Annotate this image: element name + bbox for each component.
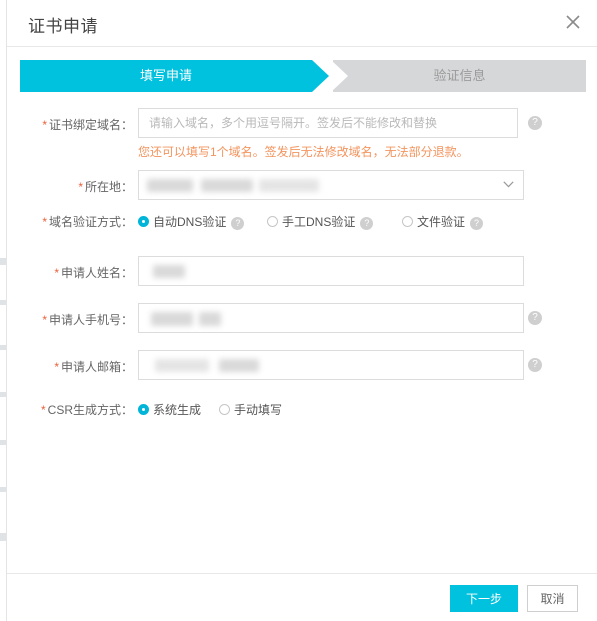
domain-help-icon[interactable]: ?: [528, 116, 542, 130]
applicant-phone-input[interactable]: [138, 303, 524, 333]
radio-label: 手动填写: [234, 403, 283, 417]
hint-row-domain: 您还可以填写1个域名。签发后无法修改域名，无法部分退款。: [7, 143, 597, 167]
radio-indicator-off: [219, 404, 230, 415]
domain-input[interactable]: [138, 108, 518, 138]
next-step-button[interactable]: 下一步: [450, 585, 518, 612]
required-star: *: [54, 360, 59, 374]
manual-dns-help-icon[interactable]: ?: [360, 217, 374, 230]
chevron-down-icon: [503, 181, 514, 188]
cancel-button[interactable]: 取消: [527, 585, 578, 612]
field-row-verify-method: * 域名验证方式： 自动DNS验证? 手工DNS验证? 文件验证?: [7, 205, 597, 249]
label-verify-method: * 域名验证方式：: [42, 215, 133, 229]
required-star: *: [54, 266, 59, 280]
radio-indicator-on: [138, 216, 149, 227]
label-applicant-phone: * 申请人手机号：: [42, 313, 133, 327]
label-domain: * 证书绑定域名：: [42, 118, 133, 132]
field-row-csr-method: * CSR生成方式： 系统生成 手动填写: [7, 390, 597, 424]
radio-manual-dns[interactable]: 手工DNS验证?: [267, 213, 374, 231]
field-row-applicant-phone: * 申请人手机号： ?: [7, 296, 597, 343]
required-star: *: [40, 403, 46, 417]
required-star: *: [42, 313, 47, 327]
radio-indicator-off: [402, 216, 413, 227]
applicant-phone-help-icon[interactable]: ?: [528, 311, 542, 325]
radio-label: 手工DNS验证: [282, 215, 356, 229]
step-arrow-icon: [312, 60, 329, 92]
footer-divider: [7, 573, 597, 574]
step-label-1: 填写申请: [139, 68, 192, 83]
step-fill-application[interactable]: 填写申请: [20, 60, 329, 92]
field-row-location: * 所在地：: [7, 167, 597, 205]
location-select[interactable]: [138, 170, 524, 200]
applicant-email-input[interactable]: [138, 350, 524, 380]
label-location: * 所在地：: [78, 180, 133, 194]
auto-dns-help-icon[interactable]: ?: [231, 217, 245, 230]
label-applicant-name: * 申请人姓名：: [54, 266, 133, 280]
radio-csr-system[interactable]: 系统生成: [138, 401, 201, 419]
applicant-name-input[interactable]: [138, 256, 524, 286]
radio-label: 系统生成: [153, 403, 202, 417]
step-label-2: 验证信息: [433, 68, 486, 83]
radio-file-verify[interactable]: 文件验证?: [402, 213, 484, 231]
dialog-title: 证书申请: [28, 17, 98, 36]
radio-indicator-off: [267, 216, 278, 227]
radio-indicator-on: [138, 404, 149, 415]
required-star: *: [42, 118, 47, 132]
radio-csr-manual[interactable]: 手动填写: [219, 401, 282, 419]
domain-hint-text: 您还可以填写1个域名。签发后无法修改域名，无法部分退款。: [138, 145, 469, 159]
field-row-applicant-name: * 申请人姓名：: [7, 249, 597, 296]
required-star: *: [42, 215, 47, 229]
close-icon[interactable]: [559, 8, 587, 36]
dialog-header: 证书申请: [7, 0, 597, 47]
radio-auto-dns[interactable]: 自动DNS验证?: [138, 213, 245, 231]
radio-label: 自动DNS验证: [153, 215, 227, 229]
application-form: *证书绑定域名： ? 您还可以填写1个域名。签发后无法修改域名，无法部分退款。 …: [7, 105, 597, 424]
file-verify-help-icon[interactable]: ?: [470, 217, 484, 230]
label-csr-method: * CSR生成方式：: [40, 403, 133, 417]
step-indicator: 填写申请 验证信息: [20, 60, 586, 92]
field-row-domain: *证书绑定域名： ?: [7, 105, 597, 143]
step-verify-information[interactable]: 验证信息: [331, 60, 586, 92]
underlying-page-edge: [0, 0, 7, 621]
applicant-email-help-icon[interactable]: ?: [528, 358, 542, 372]
label-applicant-email: * 申请人邮箱：: [54, 360, 133, 374]
certificate-application-dialog: 证书申请 填写申请 验证信息 *证书绑定域名： ?: [7, 0, 597, 621]
required-star: *: [78, 180, 83, 194]
step-notch-icon: [331, 60, 348, 92]
field-row-applicant-email: * 申请人邮箱： ?: [7, 343, 597, 390]
radio-label: 文件验证: [417, 215, 466, 229]
